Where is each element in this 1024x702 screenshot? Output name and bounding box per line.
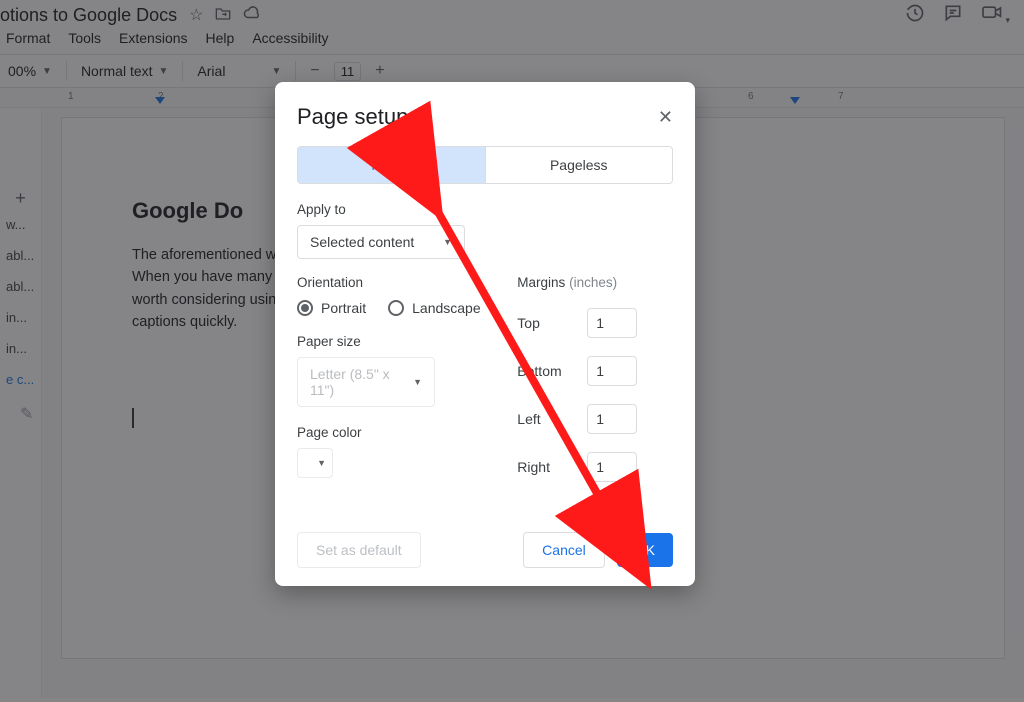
paper-size-label: Paper size xyxy=(297,334,487,349)
radio-landscape[interactable]: Landscape xyxy=(388,300,481,316)
margin-top-input[interactable] xyxy=(587,308,637,338)
dialog-tabs: Pages Pageless xyxy=(297,146,673,184)
radio-icon xyxy=(297,300,313,316)
radio-icon xyxy=(388,300,404,316)
cancel-button[interactable]: Cancel xyxy=(523,532,605,568)
apply-to-label: Apply to xyxy=(297,202,673,217)
chevron-down-icon: ▼ xyxy=(413,377,422,387)
page-color-label: Page color xyxy=(297,425,487,440)
paper-size-select[interactable]: Letter (8.5" x 11")▼ xyxy=(297,357,435,407)
chevron-down-icon: ▼ xyxy=(317,458,326,468)
page-color-select[interactable]: ▼ xyxy=(297,448,333,478)
chevron-down-icon: ▼ xyxy=(443,237,452,247)
close-icon[interactable]: ✕ xyxy=(658,107,673,128)
tab-pageless[interactable]: Pageless xyxy=(485,147,673,183)
margin-left-label: Left xyxy=(517,411,575,427)
margin-bottom-label: Bottom xyxy=(517,363,575,379)
page-setup-dialog: Page setup ✕ Pages Pageless Apply to Sel… xyxy=(275,82,695,586)
tab-pages[interactable]: Pages xyxy=(298,147,485,183)
margin-right-input[interactable] xyxy=(587,452,637,482)
ok-button[interactable]: OK xyxy=(617,533,673,567)
radio-portrait[interactable]: Portrait xyxy=(297,300,366,316)
dialog-title: Page setup xyxy=(297,104,408,130)
orientation-label: Orientation xyxy=(297,275,487,290)
margin-left-input[interactable] xyxy=(587,404,637,434)
margin-bottom-input[interactable] xyxy=(587,356,637,386)
margin-top-label: Top xyxy=(517,315,575,331)
set-as-default-button[interactable]: Set as default xyxy=(297,532,421,568)
margin-right-label: Right xyxy=(517,459,575,475)
margins-label: Margins (inches) xyxy=(517,275,673,290)
apply-to-select[interactable]: Selected content▼ xyxy=(297,225,465,259)
